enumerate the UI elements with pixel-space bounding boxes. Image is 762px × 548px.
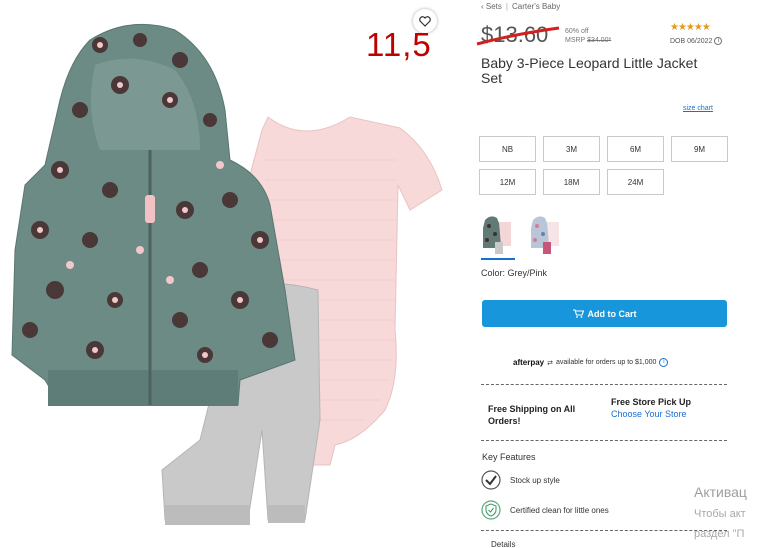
size-option-18m[interactable]: 18M [543, 169, 600, 195]
feature-text: Certified clean for little ones [510, 505, 609, 515]
product-photo [11, 23, 443, 525]
afterpay-arrows-icon: ⇄ [547, 359, 553, 367]
add-to-cart-label: Add to Cart [587, 308, 637, 319]
windows-activation-watermark: Активац [694, 484, 747, 500]
windows-activation-line: раздел "П [694, 528, 745, 540]
choose-store-link[interactable]: Choose Your Store [611, 408, 691, 420]
shield-check-icon [481, 500, 501, 520]
windows-activation-line: Чтобы акт [694, 508, 746, 520]
color-swatches [481, 212, 563, 260]
dob-text: DOB 06/2022 [670, 37, 713, 45]
size-chart-link[interactable]: size chart [683, 105, 713, 112]
msrp-value: $34.00* [587, 37, 612, 44]
free-shipping-text: Free Shipping on All Orders! [488, 404, 576, 426]
msrp-label: MSRP [565, 37, 586, 44]
heart-icon [419, 15, 431, 27]
selected-color: Color: Grey/Pink [481, 268, 548, 278]
afterpay-logo: afterpay [513, 358, 545, 367]
price-annotation: 11,5 [366, 26, 432, 63]
feature-item: Certified clean for little ones [481, 500, 609, 520]
add-to-cart-button[interactable]: Add to Cart [482, 300, 727, 327]
size-option-9m[interactable]: 9M [671, 136, 728, 162]
divider [481, 530, 727, 531]
divider [481, 384, 727, 385]
info-icon[interactable]: i [714, 37, 723, 45]
discount-percent: 60% off [565, 28, 589, 35]
swatch-thumbnail [531, 216, 559, 254]
breadcrumb-link-baby[interactable]: Carter's Baby [512, 2, 560, 11]
color-swatch-grey-pink[interactable] [481, 212, 515, 260]
jacket-graphic [11, 23, 296, 406]
afterpay-text: available for orders up to $1,000 [556, 359, 657, 366]
size-option-nb[interactable]: NB [479, 136, 536, 162]
size-option-3m[interactable]: 3M [543, 136, 600, 162]
size-selector: NB 3M 6M 9M 12M 18M 24M [479, 136, 729, 195]
feature-text: Stock up style [510, 475, 560, 485]
store-pickup-title: Free Store Pick Up [611, 397, 692, 407]
discount-info: 60% off MSRP $34.00* [565, 27, 611, 45]
size-option-6m[interactable]: 6M [607, 136, 664, 162]
hanger-check-icon [481, 470, 501, 490]
afterpay-info-icon[interactable]: i [659, 358, 669, 367]
product-title: Baby 3-Piece Leopard Little Jacket Set [481, 55, 698, 86]
store-pickup: Free Store Pick Up Choose Your Store [611, 396, 691, 420]
size-option-24m[interactable]: 24M [607, 169, 664, 195]
sale-price: $13.60 [481, 22, 549, 47]
afterpay-info: afterpay ⇄ available for orders up to $1… [513, 358, 669, 367]
product-image[interactable]: 11,5 [0, 0, 470, 548]
breadcrumb-link-sets[interactable]: ‹ Sets [481, 2, 502, 11]
feature-item: Stock up style [481, 470, 560, 490]
key-features-title: Key Features [482, 452, 536, 462]
cart-icon [572, 309, 584, 318]
breadcrumb: ‹ Sets | Carter's Baby [481, 2, 561, 11]
size-option-12m[interactable]: 12M [479, 169, 536, 195]
details-toggle[interactable]: Details [491, 540, 515, 548]
rating-stars[interactable]: ★★★★★ [670, 22, 711, 33]
swatch-thumbnail [483, 216, 511, 254]
divider [481, 440, 727, 441]
dob-info: DOB 06/2022 i [670, 37, 723, 45]
color-swatch-floral[interactable] [529, 212, 563, 258]
